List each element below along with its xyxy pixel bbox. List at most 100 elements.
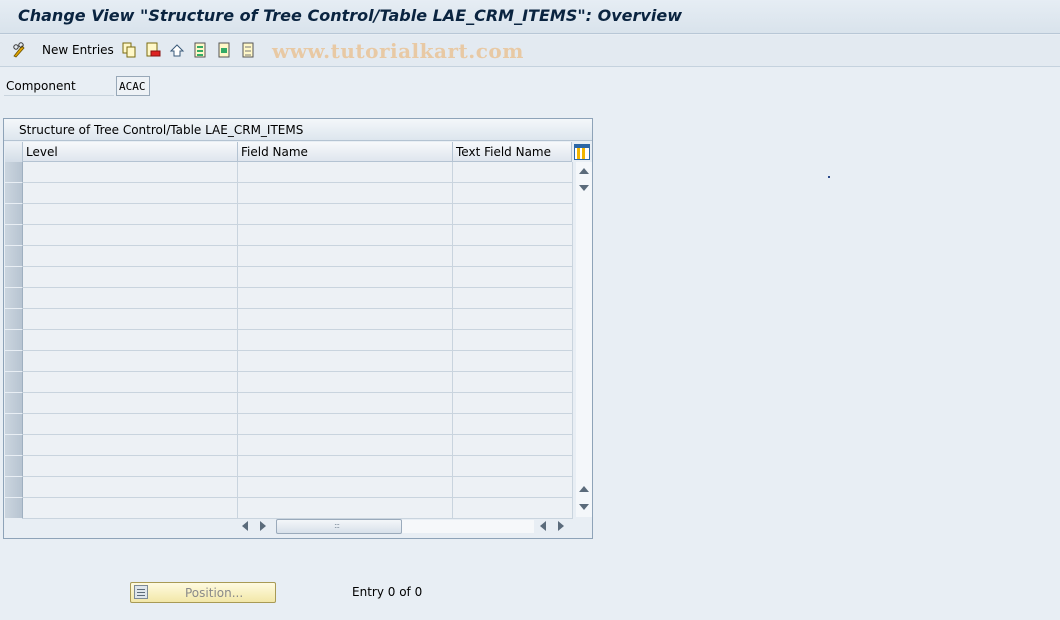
scroll-right-icon[interactable] [260, 521, 266, 531]
field-name-cell[interactable] [238, 456, 453, 477]
level-cell[interactable] [23, 435, 238, 456]
field-name-cell[interactable] [238, 204, 453, 225]
position-icon [134, 585, 148, 599]
row-selector[interactable] [5, 204, 23, 225]
field-name-cell[interactable] [238, 309, 453, 330]
field-name-cell[interactable] [238, 477, 453, 498]
field-name-cell[interactable] [238, 246, 453, 267]
text-field-name-cell[interactable] [453, 456, 573, 477]
text-field-name-cell[interactable] [453, 162, 573, 183]
row-selector[interactable] [5, 309, 23, 330]
level-cell[interactable] [23, 351, 238, 372]
copy-button[interactable] [121, 41, 137, 59]
text-field-name-cell[interactable] [453, 372, 573, 393]
row-selector[interactable] [5, 477, 23, 498]
select-block-button[interactable] [217, 41, 233, 59]
column-header-field-name[interactable]: Field Name [238, 142, 453, 162]
column-header-level[interactable]: Level [23, 142, 238, 162]
scroll-down-icon[interactable] [579, 185, 589, 191]
field-name-cell[interactable] [238, 435, 453, 456]
field-name-cell[interactable] [238, 351, 453, 372]
new-entries-button[interactable]: New Entries [36, 41, 114, 59]
field-name-cell[interactable] [238, 414, 453, 435]
text-field-name-cell[interactable] [453, 414, 573, 435]
text-field-name-cell[interactable] [453, 288, 573, 309]
horizontal-scroll-track[interactable] [402, 520, 534, 533]
text-field-name-cell[interactable] [453, 435, 573, 456]
level-cell[interactable] [23, 498, 238, 519]
scroll-page-up-icon[interactable] [579, 486, 589, 492]
table-row [5, 309, 575, 330]
display-change-button[interactable] [12, 41, 28, 59]
row-selector[interactable] [5, 288, 23, 309]
level-cell[interactable] [23, 456, 238, 477]
level-cell[interactable] [23, 225, 238, 246]
field-name-cell[interactable] [238, 162, 453, 183]
level-cell[interactable] [23, 246, 238, 267]
text-field-name-cell[interactable] [453, 225, 573, 246]
field-name-cell[interactable] [238, 498, 453, 519]
row-selector[interactable] [5, 351, 23, 372]
field-name-cell[interactable] [238, 267, 453, 288]
level-cell[interactable] [23, 183, 238, 204]
scroll-right-end-icon[interactable] [558, 521, 564, 531]
level-cell[interactable] [23, 267, 238, 288]
text-field-name-cell[interactable] [453, 498, 573, 519]
column-header-text-field-name[interactable]: Text Field Name [453, 142, 572, 162]
application-toolbar: New Entries www.tutorialkart.com [0, 35, 1060, 67]
label-underline [4, 95, 114, 96]
row-selector[interactable] [5, 267, 23, 288]
text-field-name-cell[interactable] [453, 204, 573, 225]
level-cell[interactable] [23, 162, 238, 183]
row-selector[interactable] [5, 393, 23, 414]
level-cell[interactable] [23, 288, 238, 309]
select-all-button[interactable] [193, 41, 209, 59]
level-cell[interactable] [23, 372, 238, 393]
row-selector[interactable] [5, 435, 23, 456]
field-name-cell[interactable] [238, 183, 453, 204]
text-field-name-cell[interactable] [453, 183, 573, 204]
scroll-left-end-icon[interactable] [540, 521, 546, 531]
text-field-name-cell[interactable] [453, 330, 573, 351]
text-field-name-cell[interactable] [453, 267, 573, 288]
text-field-name-cell[interactable] [453, 309, 573, 330]
undo-change-button[interactable] [169, 41, 185, 59]
field-name-cell[interactable] [238, 372, 453, 393]
row-selector[interactable] [5, 372, 23, 393]
level-cell[interactable] [23, 477, 238, 498]
position-button[interactable]: Position... [130, 582, 276, 603]
select-all-rows-button[interactable] [5, 142, 23, 162]
field-name-cell[interactable] [238, 393, 453, 414]
row-selector[interactable] [5, 225, 23, 246]
row-selector[interactable] [5, 183, 23, 204]
text-field-name-cell[interactable] [453, 393, 573, 414]
level-cell[interactable] [23, 393, 238, 414]
row-selector[interactable] [5, 162, 23, 183]
field-name-cell[interactable] [238, 288, 453, 309]
row-selector[interactable] [5, 330, 23, 351]
text-field-name-cell[interactable] [453, 246, 573, 267]
field-name-cell[interactable] [238, 225, 453, 246]
deselect-all-button[interactable] [241, 41, 257, 59]
table-row [5, 351, 575, 372]
vertical-scrollbar[interactable] [576, 162, 592, 517]
row-selector[interactable] [5, 414, 23, 435]
component-field[interactable]: ACAC [116, 76, 150, 96]
table-settings-icon[interactable] [574, 144, 590, 160]
level-cell[interactable] [23, 330, 238, 351]
delete-button[interactable] [145, 41, 161, 59]
level-cell[interactable] [23, 204, 238, 225]
scroll-left-icon[interactable] [242, 521, 248, 531]
level-cell[interactable] [23, 309, 238, 330]
scroll-up-icon[interactable] [579, 168, 589, 174]
text-field-name-cell[interactable] [453, 351, 573, 372]
field-name-cell[interactable] [238, 330, 453, 351]
level-cell[interactable] [23, 414, 238, 435]
table-row [5, 204, 575, 225]
horizontal-scroll-thumb[interactable]: ::: [276, 519, 402, 534]
row-selector[interactable] [5, 246, 23, 267]
text-field-name-cell[interactable] [453, 477, 573, 498]
scroll-page-down-icon[interactable] [579, 504, 589, 510]
row-selector[interactable] [5, 456, 23, 477]
row-selector[interactable] [5, 498, 23, 519]
